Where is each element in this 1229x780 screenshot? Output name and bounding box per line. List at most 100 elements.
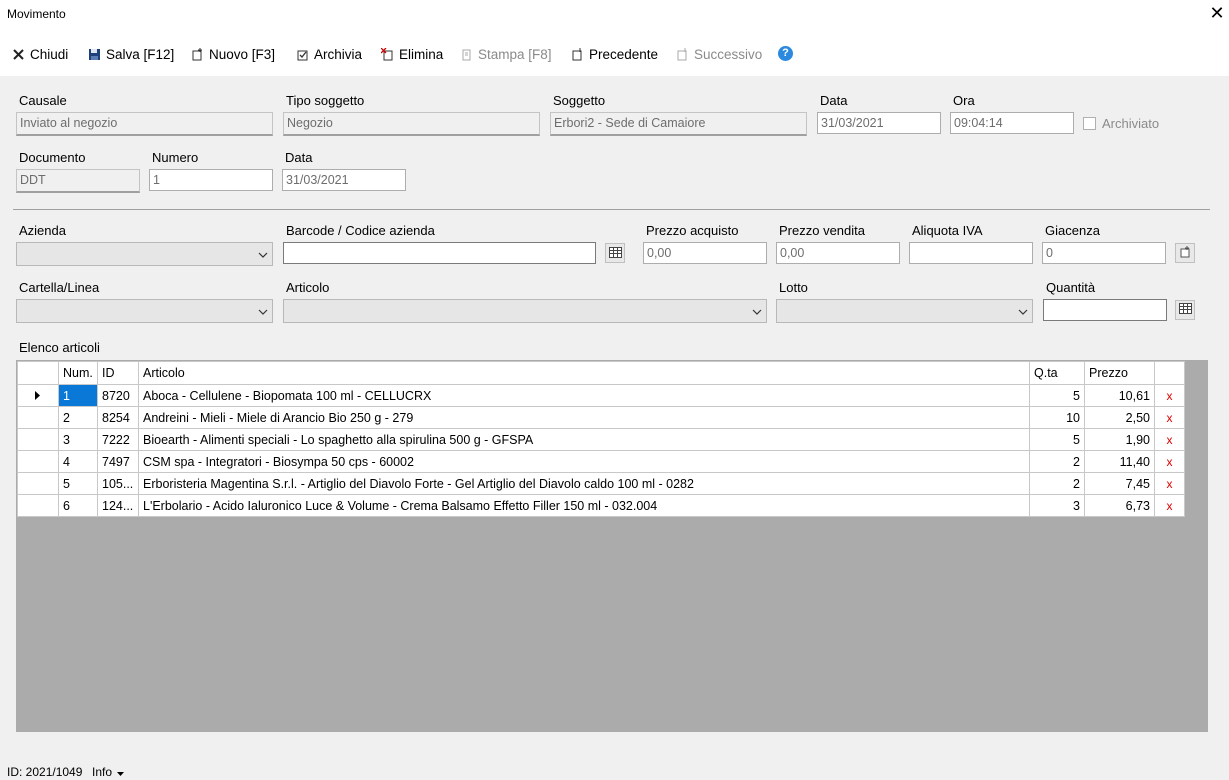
cell-prezzo[interactable]: 1,90 [1084,428,1155,451]
column-header-qta[interactable]: Q.ta [1029,361,1085,385]
cell-qta[interactable]: 10 [1029,406,1085,429]
azienda-label: Azienda [19,223,66,238]
cell-id[interactable]: 105... [97,472,139,495]
row-indicator-header [17,361,59,385]
data-documento-label: Data [285,150,313,165]
archivia-button[interactable]: Archivia [296,45,362,63]
cell-qta[interactable]: 2 [1029,450,1085,473]
data-field[interactable]: 31/03/2021 [817,112,941,134]
row-indicator[interactable] [17,428,59,451]
elenco-articoli-label: Elenco articoli [19,340,100,355]
data-documento-field[interactable]: 31/03/2021 [282,169,406,191]
archivia-label: Archivia [314,46,363,62]
delete-row-button[interactable]: x [1154,428,1185,451]
stampa-button[interactable]: Stampa [F8] [460,45,552,63]
aliquota-iva-input[interactable] [909,242,1033,264]
table-row[interactable]: 6 124... L'Erbolario - Acido Ialuronico … [17,494,1185,517]
cell-id[interactable]: 7497 [97,450,139,473]
cell-id[interactable]: 124... [97,494,139,517]
ora-field[interactable]: 09:04:14 [950,112,1074,134]
nuovo-button[interactable]: Nuovo [F3] [191,45,275,63]
cell-prezzo[interactable]: 11,40 [1084,450,1155,473]
row-indicator[interactable] [17,406,59,429]
causale-field[interactable]: Inviato al negozio [16,112,273,136]
cell-id[interactable]: 8254 [97,406,139,429]
table-row[interactable]: 4 7497 CSM spa - Integratori - Biosympa … [17,450,1185,473]
add-article-button[interactable] [1175,300,1195,320]
data-label: Data [820,93,848,108]
column-header-articolo[interactable]: Articolo [138,361,1030,385]
soggetto-field[interactable]: Erbori2 - Sede di Camaiore [550,112,807,136]
delete-row-button[interactable]: x [1154,450,1185,473]
cell-qta[interactable]: 5 [1029,428,1085,451]
giacenza-input[interactable]: 0 [1042,242,1166,264]
cell-articolo[interactable]: Erboristeria Magentina S.r.l. - Artiglio… [138,472,1030,495]
close-window-button[interactable]: ✕ [1208,3,1226,23]
nuovo-label: Nuovo [F3] [209,46,276,62]
cell-qta[interactable]: 5 [1029,384,1085,407]
table-row[interactable]: 2 8254 Andreini - Mieli - Miele di Aranc… [17,406,1185,429]
cell-num[interactable]: 6 [58,494,98,517]
info-dropdown[interactable]: Info [92,765,125,779]
row-indicator[interactable] [17,472,59,495]
cell-prezzo[interactable]: 10,61 [1084,384,1155,407]
cell-articolo[interactable]: Aboca - Cellulene - Biopomata 100 ml - C… [138,384,1030,407]
chiudi-button[interactable]: Chiudi [12,45,68,63]
cell-num[interactable]: 5 [58,472,98,495]
delete-row-button[interactable]: x [1154,406,1185,429]
cell-articolo[interactable]: Bioearth - Alimenti speciali - Lo spaghe… [138,428,1030,451]
column-header-prezzo[interactable]: Prezzo [1084,361,1155,385]
cell-articolo[interactable]: Andreini - Mieli - Miele di Arancio Bio … [138,406,1030,429]
lotto-select[interactable] [776,299,1033,323]
cell-articolo[interactable]: L'Erbolario - Acido Ialuronico Luce & Vo… [138,494,1030,517]
help-button[interactable]: ? [778,44,793,62]
delete-row-button[interactable]: x [1154,494,1185,517]
elimina-button[interactable]: Elimina [380,45,443,63]
table-row[interactable]: 5 105... Erboristeria Magentina S.r.l. -… [17,472,1185,495]
giacenza-button[interactable] [1175,243,1195,263]
chevron-down-icon [752,305,762,315]
cell-articolo[interactable]: CSM spa - Integratori - Biosympa 50 cps … [138,450,1030,473]
barcode-lookup-button[interactable] [605,243,625,263]
column-header-id[interactable]: ID [97,361,139,385]
barcode-input[interactable] [283,242,596,264]
row-indicator[interactable] [17,494,59,517]
cell-num[interactable]: 4 [58,450,98,473]
tipo-soggetto-field[interactable]: Negozio [283,112,540,136]
cell-prezzo[interactable]: 6,73 [1084,494,1155,517]
previous-document-icon [571,47,584,61]
precedente-button[interactable]: Precedente [571,45,658,63]
cell-prezzo[interactable]: 2,50 [1084,406,1155,429]
delete-row-button[interactable]: x [1154,472,1185,495]
cell-num[interactable]: 1 [58,384,98,407]
chevron-down-icon [1018,305,1028,315]
documento-field[interactable]: DDT [16,169,140,193]
row-indicator[interactable] [17,384,59,407]
cartella-select[interactable] [16,299,273,323]
close-icon [12,48,25,61]
cell-id[interactable]: 7222 [97,428,139,451]
cell-id[interactable]: 8720 [97,384,139,407]
prezzo-acquisto-input[interactable]: 0,00 [643,242,767,264]
column-header-num[interactable]: Num. [58,361,98,385]
quantita-input[interactable] [1043,299,1167,321]
cell-num[interactable]: 2 [58,406,98,429]
cell-prezzo[interactable]: 7,45 [1084,472,1155,495]
salva-button[interactable]: Salva [F12] [88,45,174,63]
cell-qta[interactable]: 3 [1029,494,1085,517]
table-row[interactable]: 1 8720 Aboca - Cellulene - Biopomata 100… [17,384,1185,407]
giacenza-label: Giacenza [1045,223,1100,238]
successivo-button[interactable]: Successivo [676,45,762,63]
table-row[interactable]: 3 7222 Bioearth - Alimenti speciali - Lo… [17,428,1185,451]
cell-num[interactable]: 3 [58,428,98,451]
cell-qta[interactable]: 2 [1029,472,1085,495]
delete-row-button[interactable]: x [1154,384,1185,407]
numero-field[interactable]: 1 [149,169,273,191]
azienda-select[interactable] [16,242,273,266]
articolo-select[interactable] [283,299,767,323]
salva-label: Salva [F12] [106,46,175,62]
prezzo-vendita-input[interactable]: 0,00 [776,242,900,264]
articles-table[interactable]: Num. ID Articolo Q.ta Prezzo 1 8720 Aboc… [17,361,1185,517]
archiviato-checkbox[interactable] [1083,117,1096,130]
row-indicator[interactable] [17,450,59,473]
